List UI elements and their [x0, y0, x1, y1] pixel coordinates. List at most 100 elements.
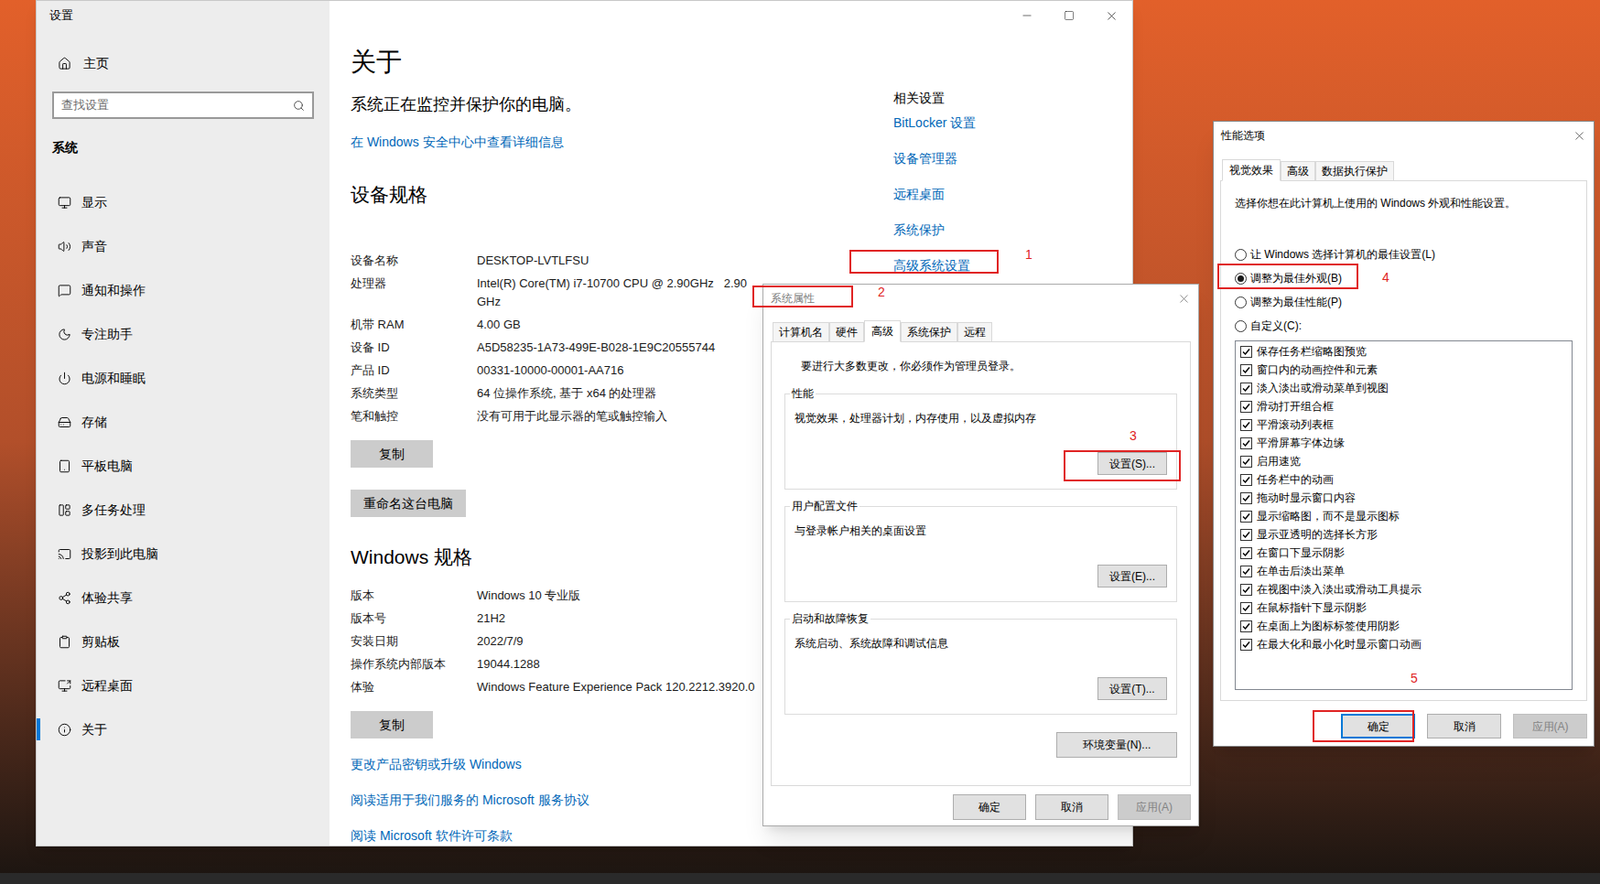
dialog-tab[interactable]: 高级: [864, 320, 901, 343]
close-icon[interactable]: [1177, 291, 1191, 306]
dialog-button[interactable]: 确定: [952, 794, 1027, 821]
check-icon: [1242, 622, 1251, 631]
dialog-button[interactable]: 取消: [1035, 794, 1109, 821]
radio[interactable]: [1234, 320, 1247, 333]
dialog-tab[interactable]: 高级: [1280, 161, 1316, 181]
checkbox[interactable]: [1240, 565, 1253, 578]
related-link[interactable]: 系统保护: [893, 220, 976, 239]
sidebar-item[interactable]: 投影到此电脑: [36, 531, 330, 576]
radio[interactable]: [1234, 272, 1247, 285]
effect-item[interactable]: 显示缩略图，而不是显示图标: [1235, 507, 1572, 526]
spec-row: 设备名称DESKTOP-LVTLFSU: [350, 251, 752, 271]
selected-indicator: [36, 718, 41, 741]
effect-item[interactable]: 显示亚透明的选择长方形: [1235, 525, 1572, 544]
sidebar-item[interactable]: 存储: [36, 400, 330, 444]
group-description: 视觉效果，处理器计划，内存使用，以及虚拟内存: [794, 410, 1168, 427]
effect-item[interactable]: 保存任务栏缩略图预览: [1235, 342, 1572, 361]
dialog-button[interactable]: 应用(A): [1513, 713, 1588, 739]
radio-option[interactable]: 自定义(C):: [1234, 316, 1573, 336]
radio[interactable]: [1234, 248, 1247, 261]
checkbox[interactable]: [1240, 382, 1253, 395]
check-icon: [1242, 567, 1251, 576]
related-link[interactable]: 高级系统设置: [893, 256, 976, 275]
related-link[interactable]: 远程桌面: [893, 184, 976, 204]
home-item[interactable]: 主页: [36, 44, 330, 82]
checkbox[interactable]: [1240, 620, 1253, 633]
dialog-button[interactable]: 设置(E)...: [1097, 564, 1168, 588]
sidebar-item[interactable]: 体验共享: [36, 575, 330, 620]
dialog-button[interactable]: 设置(T)...: [1097, 677, 1168, 701]
effect-item[interactable]: 在单击后淡出菜单: [1235, 562, 1572, 581]
sidebar-item[interactable]: 平板电脑: [36, 443, 330, 488]
about-link[interactable]: 更改产品密钥或升级 Windows: [350, 755, 590, 774]
effect-item[interactable]: 在视图中淡入淡出或滑动工具提示: [1235, 580, 1572, 599]
effect-item[interactable]: 启用速览: [1235, 452, 1572, 471]
checkbox[interactable]: [1240, 510, 1253, 523]
effect-item[interactable]: 任务栏中的动画: [1235, 470, 1572, 489]
radio[interactable]: [1234, 296, 1247, 309]
about-link[interactable]: 阅读 Microsoft 软件许可条款: [350, 826, 590, 845]
checkbox[interactable]: [1240, 602, 1253, 615]
sidebar-item[interactable]: 通知和操作: [36, 268, 330, 313]
minimize-button[interactable]: [1005, 0, 1049, 31]
effect-item[interactable]: 在窗口下显示阴影: [1235, 543, 1572, 563]
checkbox[interactable]: [1240, 638, 1253, 651]
related-link[interactable]: 设备管理器: [893, 149, 976, 168]
effect-item[interactable]: 在鼠标指针下显示阴影: [1235, 598, 1572, 617]
dialog-tab[interactable]: 系统保护: [900, 322, 958, 342]
checkbox[interactable]: [1240, 492, 1253, 505]
dialog-tab[interactable]: 硬件: [829, 322, 865, 342]
checkbox[interactable]: [1240, 345, 1253, 358]
dialog-tab[interactable]: 远程: [957, 322, 993, 342]
effect-item[interactable]: 在最大化和最小化时显示窗口动画: [1235, 635, 1572, 654]
dialog-button[interactable]: 设置(S)...: [1097, 452, 1168, 476]
radio-option[interactable]: 调整为最佳外观(B): [1234, 269, 1573, 288]
sidebar-item[interactable]: 电源和睡眠: [36, 356, 330, 400]
sidebar-item[interactable]: 多任务处理: [36, 487, 330, 532]
related-link[interactable]: BitLocker 设置: [893, 113, 976, 132]
dialog-tab[interactable]: 计算机名: [772, 322, 830, 342]
effect-item[interactable]: 平滑滚动列表框: [1235, 415, 1572, 434]
radio-dot: [1237, 275, 1244, 282]
dialog-tab[interactable]: 数据执行保护: [1315, 161, 1395, 181]
sidebar-item[interactable]: 关于: [36, 707, 330, 752]
effect-item[interactable]: 窗口内的动画控件和元素: [1235, 360, 1572, 379]
dialog-button[interactable]: 环境变量(N)...: [1056, 732, 1178, 758]
close-button[interactable]: [1090, 0, 1133, 31]
effect-item[interactable]: 平滑屏幕字体边缘: [1235, 433, 1572, 453]
effect-item[interactable]: 滑动打开组合框: [1235, 397, 1572, 416]
radio-option[interactable]: 调整为最佳性能(P): [1234, 292, 1573, 312]
sidebar-item[interactable]: 剪贴板: [36, 619, 330, 664]
checkbox[interactable]: [1240, 583, 1253, 596]
maximize-button[interactable]: [1048, 0, 1091, 31]
checkbox[interactable]: [1240, 529, 1253, 541]
dialog-tab[interactable]: 视觉效果: [1221, 159, 1281, 182]
effect-item[interactable]: 拖动时显示窗口内容: [1235, 488, 1572, 508]
sidebar-item[interactable]: 专注助手: [36, 312, 330, 357]
copy-button[interactable]: 复制: [350, 711, 433, 739]
dialog-button[interactable]: 应用(A): [1117, 794, 1191, 821]
about-link[interactable]: 阅读适用于我们服务的 Microsoft 服务协议: [350, 790, 590, 810]
search-box[interactable]: 查找设置: [52, 91, 314, 119]
sidebar-item[interactable]: 远程桌面: [36, 663, 330, 708]
checkbox[interactable]: [1240, 400, 1253, 413]
sidebar-item[interactable]: 显示: [36, 180, 330, 225]
dialog-buttons: 确定取消应用(A): [1220, 713, 1588, 739]
checkbox[interactable]: [1240, 419, 1253, 432]
sidebar-item[interactable]: 声音: [36, 224, 330, 269]
effect-item[interactable]: 在桌面上为图标标签使用阴影: [1235, 616, 1572, 636]
checkbox[interactable]: [1240, 474, 1253, 487]
rename-button[interactable]: 重命名这台电脑: [350, 489, 466, 518]
copy-button[interactable]: 复制: [350, 440, 433, 468]
checkbox[interactable]: [1240, 364, 1253, 377]
dialog-body: 视觉效果高级数据执行保护选择你想在此计算机上使用的 Windows 外观和性能设…: [1213, 149, 1594, 739]
effect-item[interactable]: 淡入淡出或滑动菜单到视图: [1235, 378, 1572, 398]
checkbox[interactable]: [1240, 437, 1253, 450]
close-icon[interactable]: [1572, 129, 1587, 143]
dialog-button[interactable]: 取消: [1427, 713, 1502, 739]
radio-option[interactable]: 让 Windows 选择计算机的最佳设置(L): [1234, 245, 1573, 264]
checkbox[interactable]: [1240, 547, 1253, 560]
dialog-button[interactable]: 确定: [1340, 713, 1416, 739]
security-link[interactable]: 在 Windows 安全中心中查看详细信息: [350, 132, 564, 152]
checkbox[interactable]: [1240, 455, 1253, 468]
